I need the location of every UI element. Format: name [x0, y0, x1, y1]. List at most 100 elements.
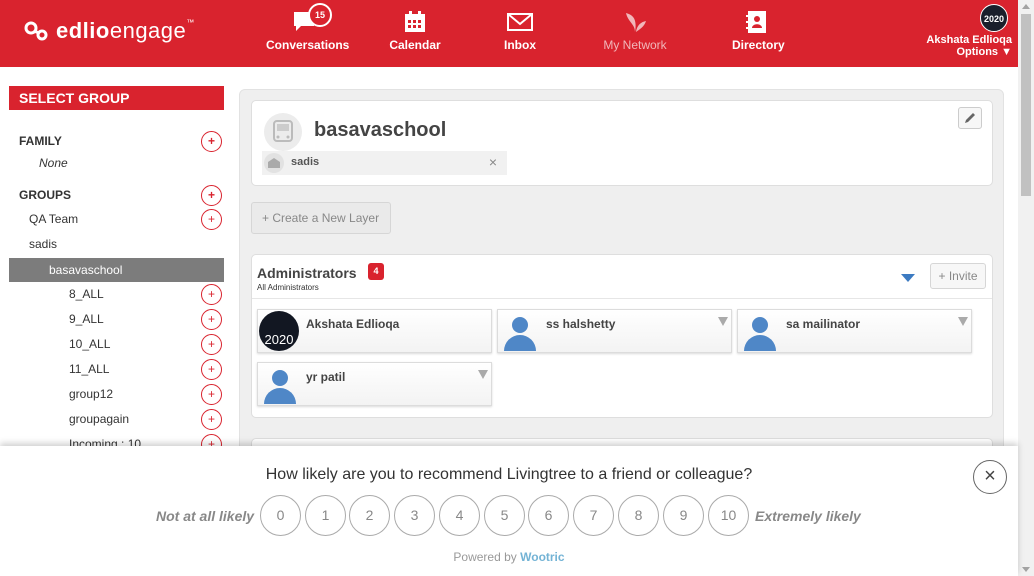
member-card[interactable]: 2020 Akshata Edlioqa — [257, 309, 492, 353]
default-user-avatar-icon — [739, 311, 781, 351]
add-subgroup-button[interactable]: + — [201, 334, 222, 355]
scroll-thumb[interactable] — [1021, 14, 1031, 196]
nav-calendar[interactable]: Calendar — [389, 10, 441, 52]
sidebar-item-10-all[interactable]: 10_ALL + — [9, 332, 224, 356]
tag-label: sadis — [291, 156, 320, 168]
sidebar-title: SELECT GROUP — [9, 86, 224, 110]
powered-by-text: Powered by — [453, 550, 517, 564]
school-header-card: basavaschool sadis × — [251, 100, 993, 186]
create-new-layer-button[interactable]: + Create a New Layer — [251, 202, 391, 234]
member-card[interactable]: yr patil — [257, 362, 492, 406]
family-none-label: None — [39, 156, 68, 170]
remove-tag-button[interactable]: × — [489, 154, 497, 170]
sidebar-item-label: sadis — [29, 237, 58, 251]
sidebar-item-basavaschool[interactable]: basavaschool — [9, 258, 224, 282]
close-survey-button[interactable]: × — [973, 460, 1007, 494]
score-button-1[interactable]: 1 — [305, 495, 346, 536]
edit-button[interactable] — [958, 107, 982, 129]
administrators-title: Administrators — [257, 265, 357, 281]
groups-section-header: GROUPS + — [9, 183, 224, 207]
score-button-7[interactable]: 7 — [573, 495, 614, 536]
group-tag-sadis: sadis × — [262, 151, 507, 175]
sidebar-item-label: group12 — [69, 387, 114, 401]
score-button-6[interactable]: 6 — [528, 495, 569, 536]
family-section-header: FAMILY + — [9, 129, 224, 153]
wootric-link[interactable]: Wootric — [520, 550, 564, 564]
powered-by-footer: Powered by Wootric — [0, 550, 1018, 564]
sidebar-item-groupagain[interactable]: groupagain + — [9, 407, 224, 431]
nav-directory[interactable]: Directory — [732, 10, 785, 52]
calendar-icon — [405, 11, 425, 32]
caret-down-icon: ▼ — [1001, 46, 1012, 58]
sidebar-item-sadis[interactable]: sadis — [9, 232, 224, 256]
user-avatar: 2020 — [980, 4, 1008, 32]
page-scrollbar[interactable] — [1018, 0, 1034, 576]
score-button-0[interactable]: 0 — [260, 495, 301, 536]
sidebar-item-label: 10_ALL — [69, 337, 111, 351]
expand-caret-icon[interactable] — [901, 274, 915, 282]
scroll-down-arrow-icon[interactable] — [1022, 567, 1030, 572]
scroll-up-arrow-icon[interactable] — [1022, 4, 1030, 9]
logo-text: edlioengage™ — [56, 18, 195, 43]
sidebar-item-label: 8_ALL — [69, 287, 104, 301]
top-navigation-bar: edlioengage™ 15 Conversations Calendar I… — [0, 0, 1018, 67]
administrators-card: Administrators 4 All Administrators + In… — [251, 254, 993, 418]
nav-inbox[interactable]: Inbox — [502, 10, 538, 52]
member-menu-caret-icon[interactable] — [958, 317, 968, 326]
user-menu[interactable]: 2020 Akshata Edlioqa Options ▼ — [926, 4, 1012, 58]
add-family-button[interactable]: + — [201, 131, 222, 152]
scale-high-label: Extremely likely — [755, 508, 861, 524]
add-subgroup-button[interactable]: + — [201, 309, 222, 330]
member-card[interactable]: ss halshetty — [497, 309, 732, 353]
survey-question: How likely are you to recommend Livingtr… — [265, 466, 753, 483]
nav-calendar-label: Calendar — [389, 38, 441, 52]
member-avatar: 2020 — [259, 311, 299, 351]
family-label: FAMILY — [19, 134, 62, 148]
score-button-5[interactable]: 5 — [484, 495, 525, 536]
nav-my-network-label: My Network — [603, 38, 667, 52]
school-building-icon — [264, 153, 284, 173]
edlio-logo-icon — [24, 21, 48, 41]
default-user-avatar-icon — [259, 364, 301, 404]
member-name: yr patil — [306, 370, 346, 384]
add-subgroup-button[interactable]: + — [201, 284, 222, 305]
member-menu-caret-icon[interactable] — [478, 370, 488, 379]
card-divider — [252, 298, 992, 299]
member-name: sa mailinator — [786, 317, 861, 331]
school-bus-icon — [264, 113, 302, 151]
member-menu-caret-icon[interactable] — [718, 317, 728, 326]
score-button-2[interactable]: 2 — [349, 495, 390, 536]
sidebar-item-label: QA Team — [29, 212, 79, 226]
member-card[interactable]: sa mailinator — [737, 309, 972, 353]
nav-conversations[interactable]: 15 Conversations — [266, 3, 349, 52]
options-dropdown[interactable]: Options ▼ — [926, 46, 1012, 58]
sidebar-item-8-all[interactable]: 8_ALL + — [9, 282, 224, 306]
pencil-icon — [965, 113, 975, 123]
sidebar-item-9-all[interactable]: 9_ALL + — [9, 307, 224, 331]
add-group-button[interactable]: + — [201, 185, 222, 206]
sidebar-item-group12[interactable]: group12 + — [9, 382, 224, 406]
score-button-4[interactable]: 4 — [439, 495, 480, 536]
add-subgroup-button[interactable]: + — [201, 209, 222, 230]
score-button-3[interactable]: 3 — [394, 495, 435, 536]
conversations-badge: 15 — [308, 3, 332, 27]
score-button-8[interactable]: 8 — [618, 495, 659, 536]
invite-button[interactable]: + Invite — [930, 263, 986, 289]
administrators-subtitle: All Administrators — [257, 283, 319, 292]
sidebar-item-label: 9_ALL — [69, 312, 104, 326]
edlio-engage-logo[interactable]: edlioengage™ — [24, 18, 195, 44]
score-button-9[interactable]: 9 — [663, 495, 704, 536]
member-name: Akshata Edlioqa — [306, 317, 400, 331]
administrators-count-badge: 4 — [368, 263, 384, 280]
group-detail-panel: basavaschool sadis × + Create a New Laye… — [239, 89, 1004, 468]
nav-my-network[interactable]: My Network — [602, 10, 668, 52]
school-name-title: basavaschool — [314, 119, 447, 141]
add-subgroup-button[interactable]: + — [201, 409, 222, 430]
add-subgroup-button[interactable]: + — [201, 359, 222, 380]
score-button-10[interactable]: 10 — [708, 495, 749, 536]
sidebar-item-qa-team[interactable]: QA Team + — [9, 207, 224, 231]
sidebar-item-11-all[interactable]: 11_ALL + — [9, 357, 224, 381]
nav-conversations-label: Conversations — [266, 38, 350, 52]
scale-low-label: Not at all likely — [156, 508, 255, 524]
add-subgroup-button[interactable]: + — [201, 384, 222, 405]
